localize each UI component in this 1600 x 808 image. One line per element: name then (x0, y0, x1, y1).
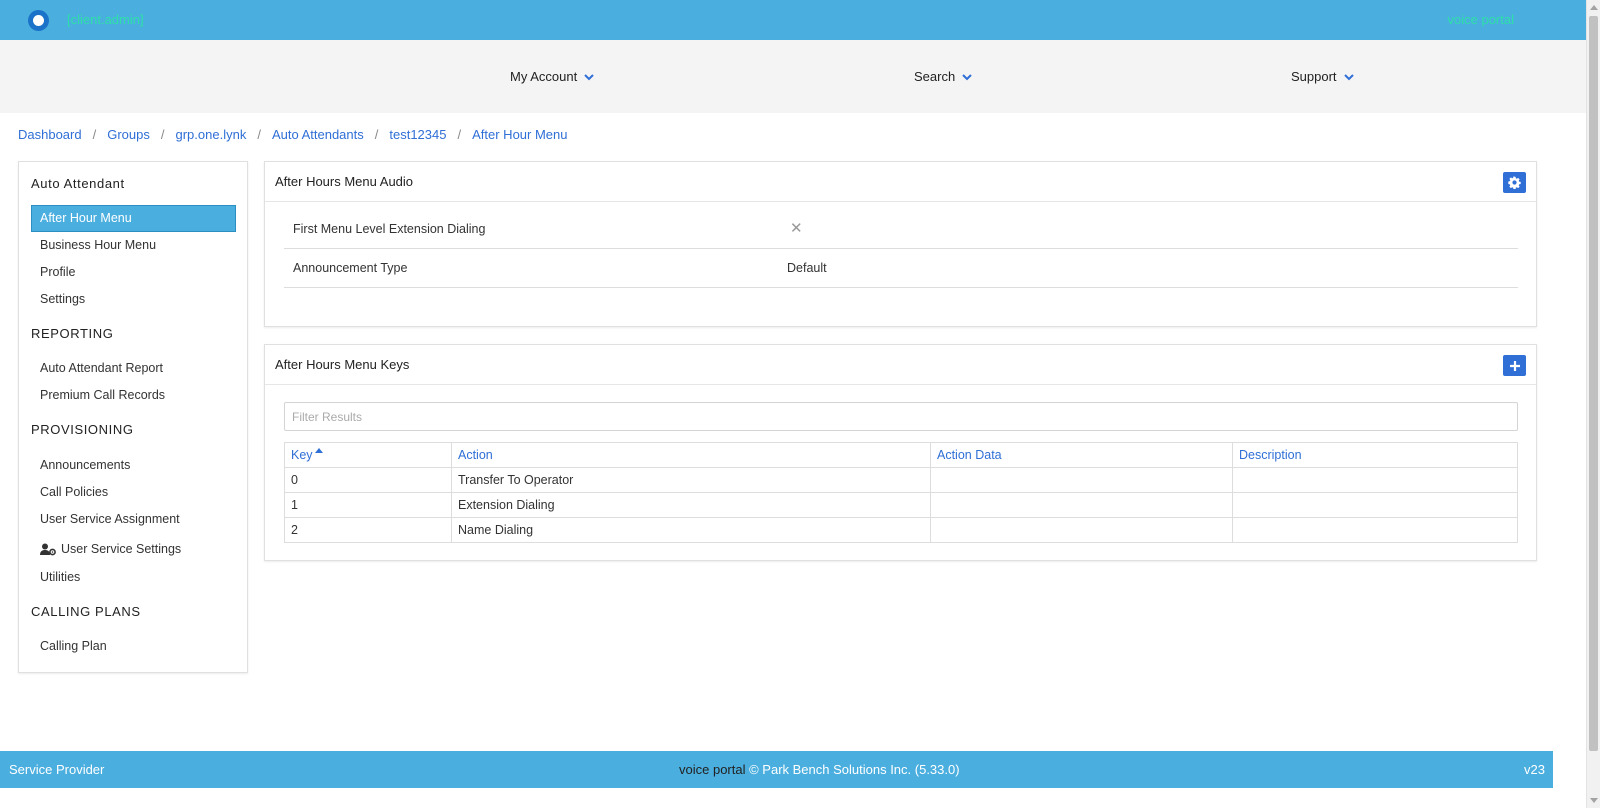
column-header-description[interactable]: Description (1232, 442, 1518, 468)
sidebar-item-call-policies[interactable]: Call Policies (40, 485, 108, 499)
sidebar-item-calling-plan[interactable]: Calling Plan (40, 639, 107, 653)
chevron-down-icon (962, 73, 972, 80)
cell-action-data (930, 517, 1233, 543)
cell-key: 2 (284, 517, 452, 543)
info-label: First Menu Level Extension Dialing (293, 222, 486, 236)
sidebar-item-after-hour-menu[interactable]: After Hour Menu (31, 205, 236, 232)
footer-copyright: voice portal © Park Bench Solutions Inc.… (679, 762, 960, 777)
table-row[interactable]: 0 Transfer To Operator (284, 467, 1518, 493)
chevron-down-icon (584, 73, 594, 80)
cell-description (1232, 517, 1518, 543)
nav-search[interactable]: Search (914, 69, 973, 84)
audio-panel-header: After Hours Menu Audio (265, 162, 1536, 202)
column-header-action-data[interactable]: Action Data (930, 442, 1233, 468)
sidebar-item-auto-attendant-report[interactable]: Auto Attendant Report (40, 361, 163, 375)
nav-support-label: Support (1291, 69, 1337, 84)
footer-copyright-text: © Park Bench Solutions Inc. (5.33.0) (745, 762, 960, 777)
sidebar-item-user-service-settings[interactable]: User Service Settings (40, 542, 181, 556)
sidebar-item-label: User Service Settings (61, 542, 182, 556)
sidebar-section-title: Auto Attendant (31, 176, 125, 191)
keys-table: Key Action Action Data Description 0 Tra… (284, 442, 1518, 543)
panel-title: After Hours Menu Keys (275, 357, 410, 372)
cell-action: Transfer To Operator (451, 467, 931, 493)
breadcrumb-current[interactable]: After Hour Menu (472, 127, 567, 142)
logo-icon[interactable] (28, 10, 49, 31)
breadcrumb-separator: / (457, 127, 462, 142)
breadcrumb-group[interactable]: grp.one.lynk (176, 127, 247, 142)
breadcrumb-attendant[interactable]: test12345 (389, 127, 446, 142)
filter-input[interactable] (284, 402, 1518, 431)
settings-button[interactable] (1503, 172, 1526, 193)
cell-description (1232, 492, 1518, 518)
sidebar-section-title: CALLING PLANS (31, 604, 141, 619)
cell-key: 1 (284, 492, 452, 518)
user-gear-icon (40, 543, 56, 555)
nav-search-label: Search (914, 69, 956, 84)
sidebar-section-title: PROVISIONING (31, 422, 134, 437)
vertical-scrollbar[interactable] (1586, 0, 1600, 808)
main-nav: My Account Search Support (0, 40, 1586, 113)
nav-my-account[interactable]: My Account (510, 69, 595, 84)
cell-action: Name Dialing (451, 517, 931, 543)
current-user-label: [client.admin] (67, 12, 144, 27)
cell-key: 0 (284, 467, 452, 493)
disabled-x-icon: ✕ (790, 220, 803, 237)
scroll-down-arrow-icon[interactable] (1590, 798, 1598, 803)
cell-action-data (930, 492, 1233, 518)
portal-label: voice portal (1447, 12, 1514, 27)
footer: Service Provider voice portal © Park Ben… (0, 751, 1553, 788)
cell-description (1232, 467, 1518, 493)
sidebar-item-business-hour-menu[interactable]: Business Hour Menu (40, 238, 156, 252)
sidebar-item-premium-call-records[interactable]: Premium Call Records (40, 388, 165, 402)
scroll-up-arrow-icon[interactable] (1590, 5, 1598, 10)
breadcrumb-groups[interactable]: Groups (107, 127, 150, 142)
breadcrumb-separator: / (374, 127, 379, 142)
plus-icon (1509, 360, 1520, 371)
info-value: Default (787, 261, 827, 275)
breadcrumb-auto-attendants[interactable]: Auto Attendants (272, 127, 364, 142)
table-row[interactable]: 2 Name Dialing (284, 517, 1518, 543)
panel-title: After Hours Menu Audio (275, 174, 414, 189)
chevron-down-icon (1343, 73, 1354, 80)
audio-panel: After Hours Menu Audio First Menu Level … (264, 161, 1537, 327)
breadcrumb-separator: / (257, 127, 261, 142)
cell-action-data (930, 467, 1233, 493)
breadcrumb-separator: / (160, 127, 165, 142)
column-header-key[interactable]: Key (284, 442, 452, 468)
breadcrumb-separator: / (92, 127, 97, 142)
footer-role-label: Service Provider (9, 762, 105, 777)
footer-version: v23 (1524, 762, 1545, 777)
keys-panel-header: After Hours Menu Keys (265, 345, 1536, 385)
footer-portal-name: voice portal (679, 762, 746, 777)
sidebar-item-profile[interactable]: Profile (40, 265, 75, 279)
table-row[interactable]: 1 Extension Dialing (284, 492, 1518, 518)
column-header-action[interactable]: Action (451, 442, 931, 468)
sidebar-item-announcements[interactable]: Announcements (40, 458, 130, 472)
gear-icon (1508, 176, 1521, 189)
nav-my-account-label: My Account (510, 69, 578, 84)
breadcrumb: Dashboard / Groups / grp.one.lynk / Auto… (18, 127, 567, 142)
sidebar-item-user-service-assignment[interactable]: User Service Assignment (40, 512, 180, 526)
column-label: Key (291, 448, 313, 462)
sidebar-item-settings[interactable]: Settings (40, 292, 85, 306)
sidebar-item-utilities[interactable]: Utilities (40, 570, 80, 584)
scrollbar-thumb[interactable] (1589, 16, 1598, 751)
keys-panel: After Hours Menu Keys Key Action Action … (264, 344, 1537, 561)
top-bar: [client.admin] voice portal (0, 0, 1586, 40)
sidebar: Auto Attendant After Hour Menu Business … (18, 161, 248, 673)
sidebar-section-title: REPORTING (31, 326, 114, 341)
breadcrumb-dashboard[interactable]: Dashboard (18, 127, 82, 142)
info-row: Announcement Type Default (284, 250, 1518, 288)
table-header-row: Key Action Action Data Description (284, 442, 1518, 468)
info-row: First Menu Level Extension Dialing ✕ (284, 211, 1518, 249)
cell-action: Extension Dialing (451, 492, 931, 518)
sort-ascending-icon (314, 448, 323, 453)
info-label: Announcement Type (293, 261, 408, 275)
nav-support[interactable]: Support (1291, 69, 1355, 84)
add-key-button[interactable] (1503, 355, 1526, 376)
